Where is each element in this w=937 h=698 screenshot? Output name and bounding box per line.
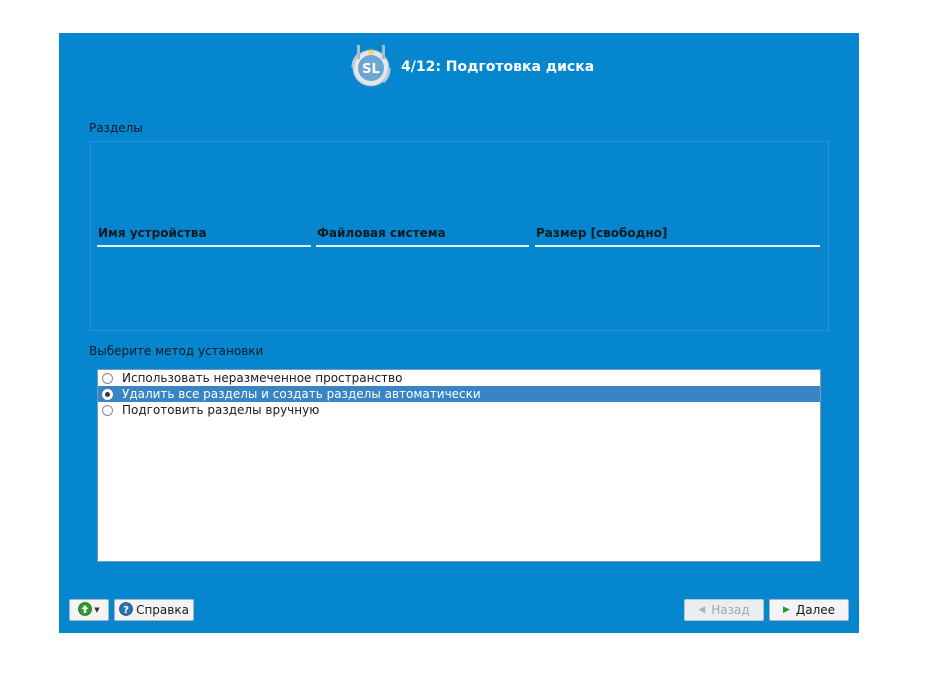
- next-button[interactable]: ▶ Далее: [769, 599, 849, 621]
- back-label: Назад: [711, 603, 750, 617]
- column-size-free[interactable]: Размер [свободно]: [535, 223, 820, 247]
- green-arrow-up-icon: [78, 601, 93, 619]
- method-option-label: Удалить все разделы и создать разделы ав…: [122, 387, 481, 401]
- radio-button[interactable]: [102, 404, 113, 416]
- chevron-right-icon: ▶: [782, 605, 790, 615]
- logo-text: SL: [362, 62, 380, 77]
- help-button[interactable]: ? Справка: [114, 599, 194, 621]
- help-label: Справка: [136, 603, 189, 617]
- radio-button[interactable]: [102, 388, 113, 400]
- partitions-table: Имя устройства Файловая система Размер […: [90, 141, 829, 331]
- next-label: Далее: [795, 603, 836, 617]
- column-filesystem[interactable]: Файловая система: [316, 223, 529, 247]
- page-title: 4/12: Подготовка диска: [401, 59, 595, 75]
- install-method-label: Выберите метод установки: [89, 344, 264, 358]
- method-option-label: Подготовить разделы вручную: [122, 403, 320, 417]
- installer-window: SL 4/12: Подготовка диска Разделы Имя ус…: [59, 33, 859, 633]
- sl-logo: SL: [347, 43, 395, 91]
- chevron-down-icon: ▼: [94, 606, 100, 614]
- column-device-name[interactable]: Имя устройства: [97, 223, 311, 247]
- menu-button[interactable]: ▼: [69, 599, 109, 621]
- header: SL 4/12: Подготовка диска: [347, 43, 594, 91]
- install-method-list: Использовать неразмеченное пространство …: [97, 369, 821, 562]
- method-option-unpartitioned[interactable]: Использовать неразмеченное пространство: [98, 370, 820, 386]
- question-mark-icon: ?: [119, 601, 133, 619]
- method-option-label: Использовать неразмеченное пространство: [122, 371, 403, 385]
- chevron-left-icon: ◀: [698, 605, 706, 615]
- radio-button[interactable]: [102, 372, 113, 384]
- method-option-auto-partition[interactable]: Удалить все разделы и создать разделы ав…: [98, 386, 820, 402]
- partitions-label: Разделы: [89, 121, 143, 135]
- svg-text:?: ?: [123, 605, 129, 616]
- back-button[interactable]: ◀ Назад: [684, 599, 764, 621]
- method-option-manual[interactable]: Подготовить разделы вручную: [98, 402, 820, 418]
